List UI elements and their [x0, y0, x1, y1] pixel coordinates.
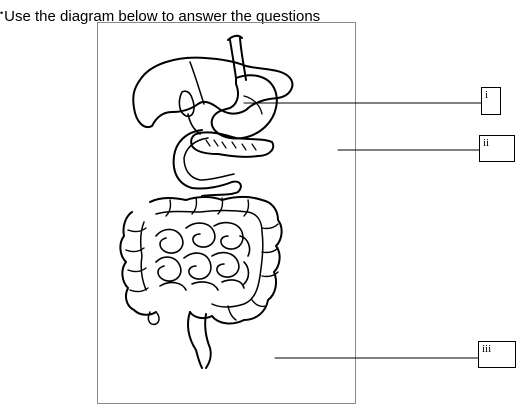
pancreas-outline: [190, 131, 275, 158]
label-box-i: i: [481, 87, 501, 115]
colon-haustra: [125, 197, 279, 321]
label-box-ii: ii: [479, 135, 515, 162]
label-text-i: i: [485, 89, 489, 101]
small-intestine-coils: [155, 221, 251, 291]
pancreas-texture: [205, 139, 257, 151]
label-box-iii: iii: [478, 341, 516, 368]
label-text-iii: iii: [482, 343, 492, 355]
digestive-system-diagram: [119, 34, 483, 369]
stomach-outline: [210, 74, 278, 140]
gallbladder: [178, 90, 195, 118]
oesophagus-right: [239, 37, 247, 81]
rectum: [187, 311, 212, 369]
oesophagus-left: [229, 39, 237, 79]
label-text-ii: ii: [483, 137, 490, 149]
